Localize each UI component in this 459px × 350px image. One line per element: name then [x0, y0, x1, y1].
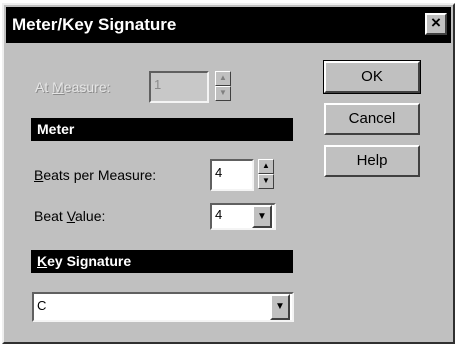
close-icon: ×	[431, 13, 441, 32]
beats-per-measure-input[interactable]: 4	[210, 159, 254, 191]
beats-per-measure-spinner[interactable]: ▲ ▼	[258, 159, 274, 189]
ok-button[interactable]: OK	[323, 60, 421, 94]
key-signature-select[interactable]: C	[32, 292, 294, 322]
close-button[interactable]: ×	[425, 13, 447, 35]
dialog-title: Meter/Key Signature	[12, 15, 177, 34]
spin-down-icon[interactable]: ▼	[258, 174, 274, 189]
at-measure-label: At Measure:	[35, 79, 111, 95]
meter-key-signature-dialog: Meter/Key Signature × At Measure: 1 ▲ ▼ …	[2, 3, 455, 344]
chevron-down-icon: ▼	[275, 301, 285, 312]
title-bar: Meter/Key Signature ×	[6, 7, 451, 43]
spin-up-icon[interactable]: ▲	[215, 71, 231, 86]
key-signature-dropdown-button[interactable]: ▼	[270, 294, 290, 320]
at-measure-input[interactable]: 1	[149, 71, 209, 103]
beat-value-dropdown-button[interactable]: ▼	[252, 205, 272, 228]
cancel-button[interactable]: Cancel	[324, 103, 420, 135]
at-measure-spinner[interactable]: ▲ ▼	[215, 71, 231, 101]
beat-value-label: Beat Value:	[34, 208, 106, 224]
spin-up-icon[interactable]: ▲	[258, 159, 274, 174]
help-button[interactable]: Help	[324, 145, 420, 177]
meter-section-header: Meter	[31, 118, 293, 141]
spin-down-icon[interactable]: ▼	[215, 86, 231, 101]
key-signature-section-header: Key Signature	[31, 250, 293, 273]
chevron-down-icon: ▼	[257, 211, 267, 222]
beats-per-measure-label: Beats per Measure:	[34, 167, 157, 183]
